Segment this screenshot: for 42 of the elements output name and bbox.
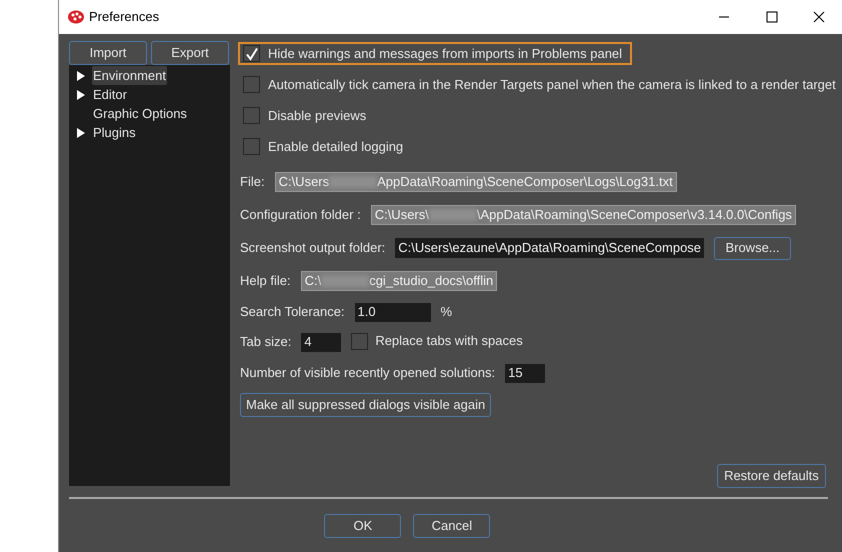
field-label: Help file:	[240, 272, 291, 290]
checkbox-label: Disable previews	[268, 106, 366, 125]
field-label: Tab size:	[240, 333, 292, 352]
checkbox-label: Enable detailed logging	[268, 138, 404, 156]
path-field[interactable]: C:\Users AppData\Roaming\SceneComposer\Logs\Log31.txt	[274, 172, 677, 192]
checkbox[interactable]	[243, 45, 260, 62]
path-field[interactable]: C:\Users\ \AppData\Roaming\SceneComposer\v3.14.0.0\Configs	[370, 205, 796, 225]
path-field[interactable]: C:\Users\ezaune\AppData\Roaming\SceneCompose	[395, 238, 704, 258]
checkbox[interactable]	[351, 332, 368, 350]
checkmark-icon	[244, 46, 258, 60]
expand-arrow-icon[interactable]	[76, 128, 84, 138]
checkbox-label: Hide warnings and messages from imports in Problems panel	[268, 44, 622, 63]
path-field[interactable]: C:\ cgi_studio_docs\offlin	[300, 271, 498, 291]
checkbox[interactable]	[243, 76, 260, 93]
import-button[interactable]: Import	[69, 41, 147, 65]
browse-button[interactable]: Browse...	[714, 236, 792, 260]
maximize-icon[interactable]	[766, 11, 778, 23]
field-label: Configuration folder :	[240, 206, 361, 224]
app-logo-icon	[67, 9, 85, 25]
tree-item[interactable]: Environment	[92, 66, 167, 86]
checkbox-label: Replace tabs with spaces	[375, 332, 523, 350]
tolerance-field[interactable]: 1.0	[354, 302, 431, 322]
recent-count-field[interactable]: 15	[505, 364, 546, 382]
tree-item[interactable]: Plugins	[92, 122, 137, 142]
cancel-button[interactable]: Cancel	[413, 514, 490, 538]
field-label: File:	[240, 173, 265, 192]
field-label: Number of visible recently opened solutions:	[240, 364, 496, 382]
tab-size-field[interactable]: 4	[301, 332, 342, 352]
checkbox[interactable]	[243, 138, 260, 155]
show-dialogs-button[interactable]: Make all suppressed dialogs visible again	[240, 393, 492, 417]
tree-item[interactable]: Graphic Options	[92, 104, 188, 124]
field-label: Search Tolerance:	[240, 303, 345, 322]
export-button[interactable]: Export	[151, 41, 229, 65]
window-title: Preferences	[89, 8, 160, 26]
tree-item[interactable]: Editor	[92, 84, 128, 104]
checkbox[interactable]	[243, 107, 260, 124]
unit-label: %	[440, 303, 452, 322]
field-label: Screenshot output folder:	[240, 239, 386, 258]
ok-button[interactable]: OK	[324, 514, 402, 538]
close-icon[interactable]	[812, 11, 825, 23]
restore-defaults-button[interactable]: Restore defaults	[717, 464, 826, 488]
checkbox-label: Automatically tick camera in the Render Targets panel when the camera is linked to a render target	[268, 76, 836, 94]
